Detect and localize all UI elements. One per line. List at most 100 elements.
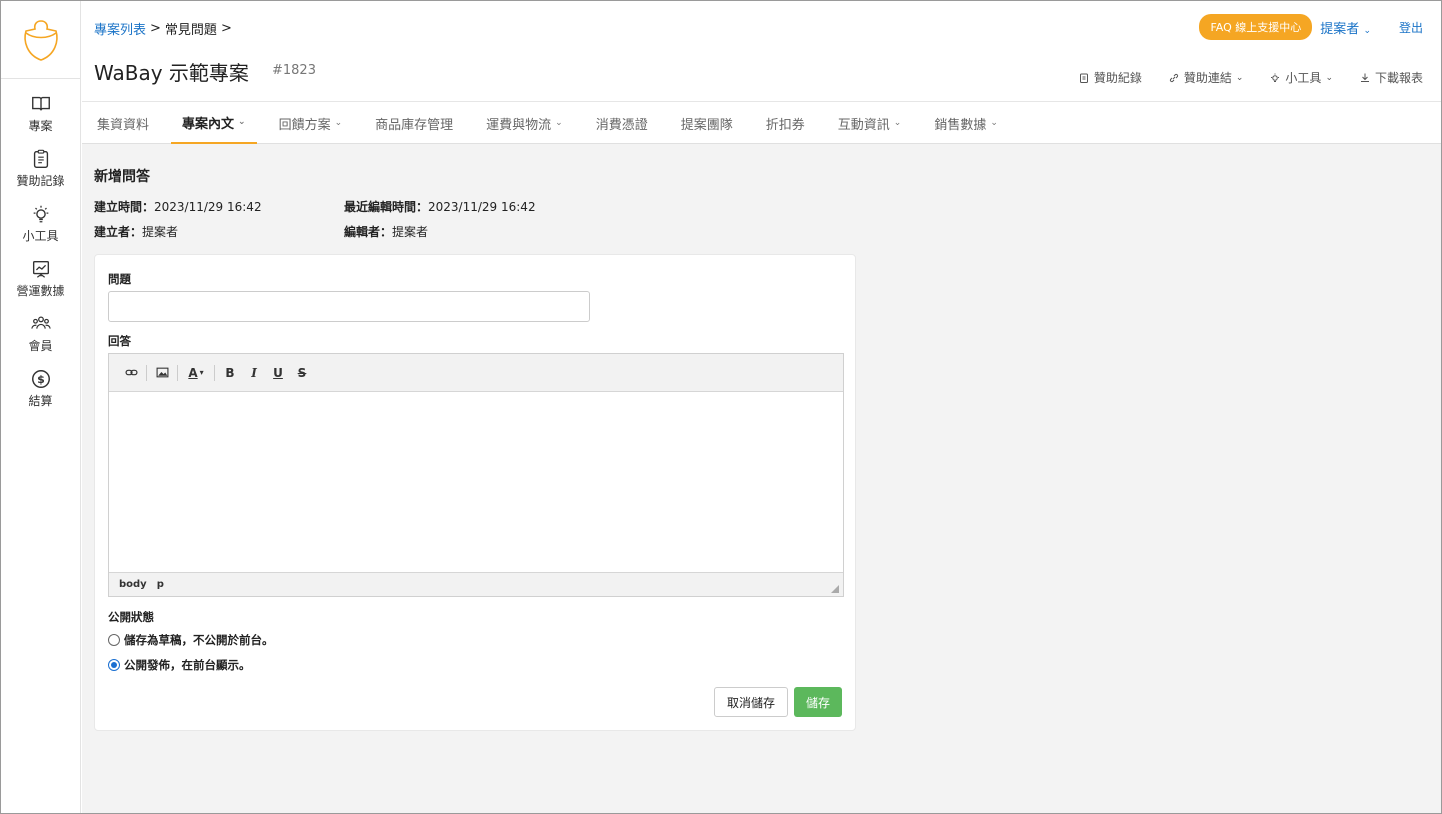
- element-path-body[interactable]: body: [119, 579, 147, 590]
- breadcrumb-projects-link[interactable]: 專案列表: [94, 19, 146, 38]
- save-button[interactable]: 儲存: [794, 687, 842, 717]
- sidebar-item-label: 會員: [28, 339, 53, 353]
- option-draft[interactable]: 儲存為草稿，不公開於前台。: [108, 632, 274, 648]
- book-icon: [31, 96, 50, 111]
- tab-label: 集資資料: [97, 117, 150, 133]
- rich-text-editor: A ▾ B I U S body p: [108, 353, 844, 597]
- editor-content-area[interactable]: [109, 392, 843, 572]
- editor-value: 提案者: [392, 225, 429, 239]
- header: 專案列表 > 常見問題 > WaBay 示範專案 #1823 FAQ 線上支援中…: [82, 1, 1441, 101]
- sidebar-item-settlement[interactable]: $ 結算: [1, 368, 80, 409]
- tab-label: 折扣券: [765, 117, 805, 133]
- tab-sales-data[interactable]: 銷售數據 ⌄: [923, 102, 1009, 144]
- clipboard-icon: [1079, 73, 1088, 83]
- creator-value: 提案者: [142, 225, 179, 239]
- user-menu[interactable]: 提案者 ⌄: [1320, 18, 1371, 37]
- chart-board-icon: [32, 260, 49, 278]
- sidebar-item-label: 結算: [28, 394, 53, 408]
- creator: 建立者：提案者: [94, 223, 178, 240]
- breadcrumb-current: 常見問題: [164, 23, 217, 38]
- toolbar-divider: [214, 364, 215, 381]
- breadcrumb: 專案列表 > 常見問題 >: [94, 19, 232, 38]
- tab-project-content[interactable]: 專案內文 ⌄: [171, 102, 257, 144]
- tools-menu[interactable]: 小工具 ⌄: [1269, 69, 1333, 86]
- logo-icon: [23, 19, 58, 61]
- question-label: 問題: [108, 272, 131, 286]
- sidebar-item-members[interactable]: 會員: [1, 313, 80, 354]
- publish-radio[interactable]: [108, 659, 120, 671]
- lightbulb-icon: [1271, 73, 1280, 82]
- editor-status-bar: body p: [109, 572, 843, 596]
- sidebar-item-analytics[interactable]: 營運數據: [1, 258, 80, 299]
- option-draft-label: 儲存為草稿，不公開於前台。: [124, 633, 274, 647]
- sidebar-item-label: 小工具: [22, 229, 59, 243]
- section-title: 新增問答: [94, 169, 150, 185]
- resize-handle[interactable]: [831, 585, 839, 593]
- tab-shipping[interactable]: 運費與物流 ⌄: [475, 102, 574, 144]
- draft-radio[interactable]: [108, 634, 120, 646]
- tab-label: 運費與物流: [486, 117, 552, 133]
- tab-interaction[interactable]: 互動資訊 ⌄: [827, 102, 913, 144]
- tab-team[interactable]: 提案團隊: [670, 102, 744, 144]
- italic-icon[interactable]: I: [242, 362, 266, 384]
- tool-label: 下載報表: [1374, 71, 1423, 85]
- sponsor-link-menu[interactable]: 贊助連結 ⌄: [1168, 69, 1244, 86]
- created-time: 建立時間：2023/11/29 16:42: [94, 198, 262, 215]
- chevron-down-icon: ⌄: [555, 118, 563, 128]
- edited-label: 最近編輯時間：: [344, 200, 429, 214]
- sidebar-item-tools[interactable]: 小工具: [1, 203, 80, 244]
- tab-label: 商品庫存管理: [375, 117, 454, 133]
- download-report-link[interactable]: 下載報表: [1359, 69, 1423, 86]
- clipboard-icon: [33, 149, 48, 168]
- breadcrumb-separator: >: [220, 21, 232, 36]
- tab-label: 提案團隊: [680, 117, 733, 133]
- chevron-down-icon: ⌄: [1235, 72, 1244, 83]
- toolbar-divider: [177, 364, 178, 381]
- question-input[interactable]: [108, 291, 590, 322]
- page-title: WaBay 示範專案: [94, 61, 249, 85]
- tab-coupons[interactable]: 折扣券: [755, 102, 816, 144]
- link-icon: [1169, 73, 1178, 82]
- user-menu-label: 提案者: [1320, 21, 1360, 37]
- editor-label: 編輯者：: [344, 225, 393, 239]
- tool-label: 小工具: [1285, 71, 1322, 85]
- sidebar-item-sponsor-records[interactable]: 贊助記錄: [1, 148, 80, 189]
- sidebar-item-label: 營運數據: [16, 284, 65, 298]
- project-id: #1823: [272, 63, 316, 78]
- link-icon[interactable]: [119, 362, 143, 384]
- element-path-p[interactable]: p: [157, 579, 164, 590]
- logout-link[interactable]: 登出: [1399, 19, 1423, 36]
- sidebar-item-projects[interactable]: 專案: [1, 93, 80, 134]
- chevron-down-icon: ⌄: [238, 117, 246, 127]
- image-icon[interactable]: [150, 362, 174, 384]
- cancel-button[interactable]: 取消儲存: [714, 687, 788, 717]
- bold-icon[interactable]: B: [218, 362, 242, 384]
- underline-icon[interactable]: U: [266, 362, 290, 384]
- users-icon: [30, 316, 51, 329]
- editor-toolbar: A ▾ B I U S: [109, 354, 843, 392]
- svg-text:$: $: [37, 373, 45, 386]
- text-color-icon[interactable]: A ▾: [181, 362, 211, 384]
- top-right-menu: FAQ 線上支援中心 提案者 ⌄ 登出: [1199, 14, 1423, 40]
- tool-label: 贊助紀錄: [1093, 71, 1142, 85]
- tab-funding-info[interactable]: 集資資料: [86, 102, 160, 144]
- sponsor-records-link[interactable]: 贊助紀錄: [1078, 69, 1142, 86]
- faq-support-button[interactable]: FAQ 線上支援中心: [1199, 14, 1313, 40]
- answer-label: 回答: [108, 334, 131, 348]
- dollar-circle-icon: $: [31, 370, 50, 388]
- lightbulb-icon: [33, 205, 48, 223]
- logo[interactable]: [1, 1, 80, 79]
- tab-inventory[interactable]: 商品庫存管理: [364, 102, 464, 144]
- tab-label: 銷售數據: [934, 117, 987, 133]
- chevron-down-icon: ⌄: [893, 118, 902, 128]
- project-tabs: 集資資料 專案內文 ⌄ 回饋方案 ⌄ 商品庫存管理 運費與物流 ⌄ 消費憑證 提案團隊…: [82, 101, 1441, 144]
- header-tools: 贊助紀錄 贊助連結 ⌄ 小工具 ⌄ 下載報表: [1078, 69, 1423, 86]
- faq-form-card: 問題 回答 A ▾ B I U S body p 公開狀態 儲存為草稿，不公開於…: [94, 254, 856, 731]
- option-publish[interactable]: 公開發佈，在前台顯示。: [108, 657, 251, 673]
- tab-rewards[interactable]: 回饋方案 ⌄: [268, 102, 354, 144]
- strikethrough-icon[interactable]: S: [290, 362, 314, 384]
- tab-receipts[interactable]: 消費憑證: [585, 102, 659, 144]
- tab-label: 回饋方案: [278, 117, 331, 133]
- edited-value: 2023/11/29 16:42: [428, 200, 536, 214]
- edited-time: 最近編輯時間：2023/11/29 16:42: [344, 198, 536, 215]
